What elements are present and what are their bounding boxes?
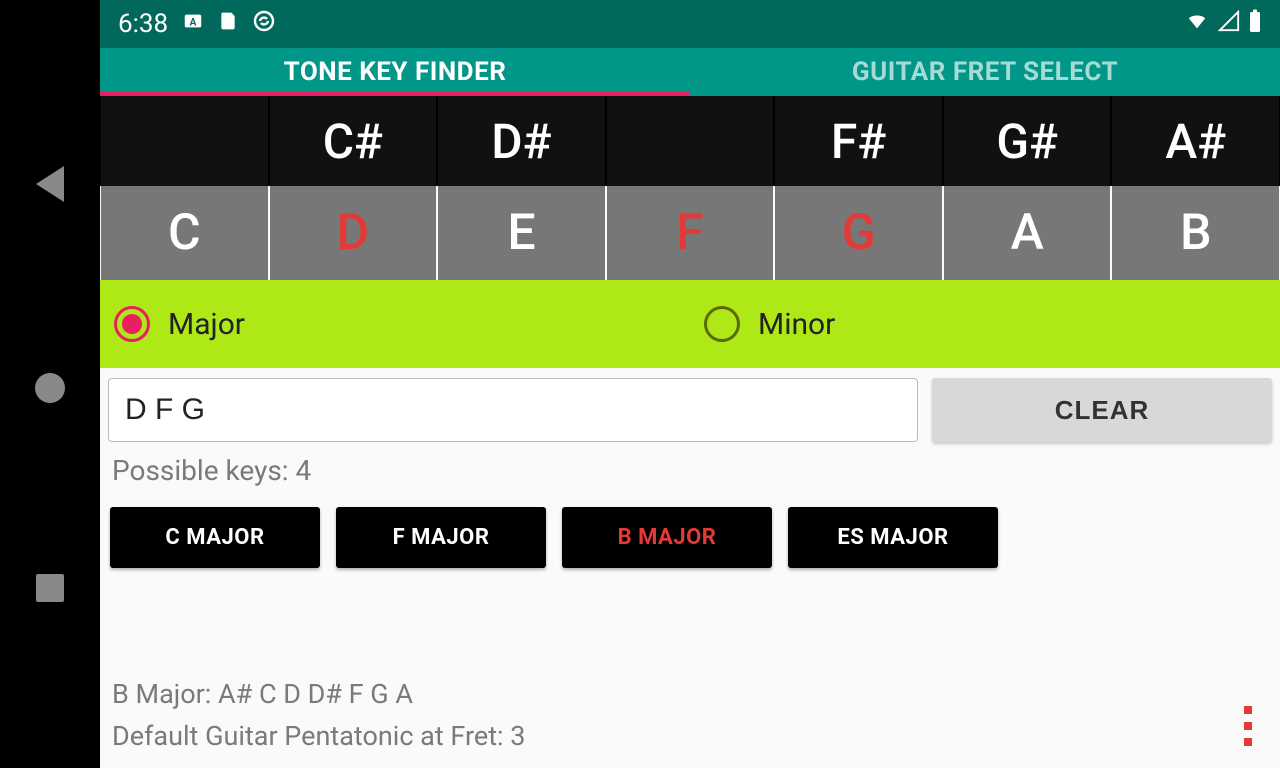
radio-unchecked-icon: [704, 306, 740, 342]
natural-row: C D E F G A B: [100, 186, 1280, 280]
note-f[interactable]: F: [607, 186, 774, 280]
note-d[interactable]: D: [270, 186, 437, 280]
app-screen: 6:38 A TONE KEY FINDER GUITAR FRET SELEC…: [100, 0, 1280, 768]
android-nav-rail: [0, 0, 100, 768]
key-f-major[interactable]: F MAJOR: [336, 507, 546, 568]
radio-minor-label: Minor: [758, 307, 835, 342]
recent-icon[interactable]: [36, 574, 64, 602]
radio-minor[interactable]: Minor: [690, 306, 1280, 342]
sharp-spacer: [607, 96, 774, 186]
sharp-spacer: [101, 96, 268, 186]
tab-tone-key-finder[interactable]: TONE KEY FINDER: [100, 48, 690, 96]
wifi-icon: [1184, 9, 1210, 39]
radio-checked-icon: [114, 306, 150, 342]
input-row: CLEAR: [100, 368, 1280, 448]
svg-text:A: A: [190, 18, 197, 29]
possible-keys-label: Possible keys: 4: [100, 448, 1280, 493]
home-icon[interactable]: [35, 373, 65, 403]
note-f-sharp[interactable]: F#: [775, 96, 942, 186]
tab-guitar-fret-select[interactable]: GUITAR FRET SELECT: [690, 48, 1280, 96]
key-results: C MAJOR F MAJOR B MAJOR ES MAJOR: [100, 493, 1280, 582]
notes-input[interactable]: [108, 378, 918, 442]
note-g[interactable]: G: [775, 186, 942, 280]
tab-bar: TONE KEY FINDER GUITAR FRET SELECT: [100, 48, 1280, 96]
key-es-major[interactable]: ES MAJOR: [788, 507, 998, 568]
note-e[interactable]: E: [438, 186, 605, 280]
back-icon[interactable]: [36, 166, 64, 202]
key-c-major[interactable]: C MAJOR: [110, 507, 320, 568]
note-a[interactable]: A: [944, 186, 1111, 280]
radio-major[interactable]: Major: [100, 306, 690, 342]
status-bar: 6:38 A: [100, 0, 1280, 48]
clear-button[interactable]: CLEAR: [932, 378, 1272, 442]
key-b-major[interactable]: B MAJOR: [562, 507, 772, 568]
pentatonic-detail: Default Guitar Pentatonic at Fret: 3: [112, 716, 1268, 758]
note-g-sharp[interactable]: G#: [944, 96, 1111, 186]
sync-icon: [252, 9, 276, 40]
mode-bar: Major Minor: [100, 280, 1280, 368]
sharp-row: C# D# F# G# A#: [100, 96, 1280, 186]
footer: B Major: A# C D D# F G A Default Guitar …: [100, 666, 1280, 768]
sd-card-icon: [218, 9, 238, 39]
signal-icon: [1218, 9, 1240, 39]
note-a-sharp[interactable]: A#: [1112, 96, 1279, 186]
note-c[interactable]: C: [101, 186, 268, 280]
note-d-sharp[interactable]: D#: [438, 96, 605, 186]
status-time: 6:38: [118, 9, 168, 39]
note-c-sharp[interactable]: C#: [270, 96, 437, 186]
battery-icon: [1248, 9, 1262, 40]
keyboard-icon: A: [182, 9, 204, 39]
scale-detail: B Major: A# C D D# F G A: [112, 674, 1268, 716]
note-b[interactable]: B: [1112, 186, 1279, 280]
more-icon[interactable]: [1244, 706, 1252, 746]
radio-major-label: Major: [168, 307, 245, 342]
